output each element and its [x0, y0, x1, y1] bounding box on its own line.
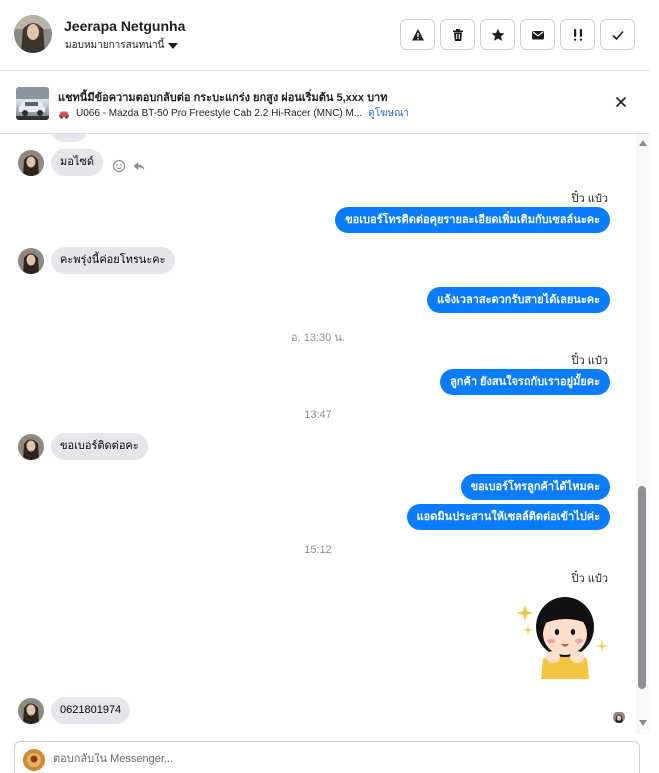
sender-name: ปิ๋ว แป๋ว — [571, 573, 608, 585]
delete-button[interactable] — [440, 19, 475, 50]
mark-spam-button[interactable] — [400, 19, 435, 50]
react-icon[interactable] — [112, 159, 126, 173]
contact-avatar-small[interactable] — [18, 248, 44, 274]
scroll-up-arrow-icon[interactable] — [639, 140, 647, 146]
view-ad-link[interactable]: ดูโฆษณา — [368, 106, 409, 121]
message-thread[interactable]: มอไซด์ ปิ๋ว แป๋ว ขอเบอร์โทรติดต่อคุยรายล… — [0, 134, 636, 734]
reply-composer — [14, 741, 640, 773]
star-icon — [491, 28, 504, 41]
outgoing-message[interactable]: แอดมินประสานให้เซลล์ติดต่อเข้าไปค่ะ — [406, 504, 610, 530]
close-ad-button[interactable] — [612, 93, 630, 111]
caret-down-icon — [168, 42, 179, 49]
mark-unread-button[interactable] — [520, 19, 555, 50]
check-icon — [611, 30, 624, 40]
ad-reference-bar: แชทนี้มีข้อความตอบกลับต่อ กระบะแกร่ง ยกส… — [0, 71, 650, 134]
ad-subtitle: U066 - Mazda BT-50 Pro Freestyle Cab 2.2… — [76, 108, 363, 119]
assign-label: มอบหมายการสนทนานี้ — [65, 40, 165, 51]
outgoing-message[interactable]: ขอเบอร์โทรลูกค้าได้ไหมคะ — [460, 474, 610, 500]
scrollbar-thumb[interactable] — [638, 486, 646, 689]
partial-message-bubble — [51, 134, 87, 142]
assign-conversation-dropdown[interactable]: มอบหมายการสนทนานี้ — [65, 38, 179, 53]
reply-icon[interactable] — [132, 159, 146, 173]
reply-input[interactable] — [53, 753, 613, 765]
car-icon — [59, 111, 69, 119]
outgoing-message[interactable]: แจ้งเวลาสะดวกรับสายได้เลยนะคะ — [427, 287, 610, 313]
timestamp-divider: 15:12 — [304, 544, 332, 556]
sender-name: ปิ๋ว แป๋ว — [571, 193, 608, 205]
ad-subtitle-row: U066 - Mazda BT-50 Pro Freestyle Cab 2.2… — [58, 106, 409, 121]
incoming-message[interactable]: 0621801974 — [51, 697, 131, 724]
sticker-message[interactable] — [515, 589, 611, 679]
close-icon — [615, 96, 627, 108]
contact-name: Jeerapa Netgunha — [64, 18, 186, 34]
sender-name: ปิ๋ว แป๋ว — [571, 355, 608, 367]
ad-thumbnail[interactable] — [16, 87, 49, 120]
timestamp-divider: 13:47 — [304, 409, 332, 421]
envelope-icon — [531, 30, 544, 39]
incoming-message[interactable]: มอไซด์ — [51, 149, 103, 176]
contact-avatar-small[interactable] — [18, 698, 44, 724]
warning-icon — [411, 28, 424, 40]
timestamp-divider: อ. 13:30 น. — [291, 332, 345, 344]
incoming-message[interactable]: ขอเบอร์ติดต่อคะ — [51, 433, 148, 460]
seen-receipt-avatar — [613, 711, 625, 723]
ad-title: แชทนี้มีข้อความตอบกลับต่อ กระบะแกร่ง ยกส… — [58, 92, 388, 104]
contact-avatar-small[interactable] — [18, 434, 44, 460]
header-actions — [400, 19, 635, 50]
outgoing-message[interactable]: ลูกค้า ยังสนใจรถกับเราอยู่มั้ยคะ — [440, 369, 610, 395]
priority-button[interactable] — [560, 19, 595, 50]
scroll-down-arrow-icon[interactable] — [639, 720, 647, 726]
thread-scrollbar[interactable] — [636, 134, 650, 734]
trash-icon — [452, 28, 463, 41]
incoming-message[interactable]: คะพรุ่งนี้ค่อยโทรนะคะ — [51, 247, 175, 274]
page-avatar — [23, 749, 45, 771]
contact-avatar[interactable] — [14, 15, 52, 53]
star-button[interactable] — [480, 19, 515, 50]
contact-avatar-small[interactable] — [18, 150, 44, 176]
priority-icon — [573, 28, 582, 41]
outgoing-message[interactable]: ขอเบอร์โทรติดต่อคุยรายละเอียดเพิ่มเติมกั… — [335, 207, 610, 233]
conversation-header: Jeerapa Netgunha มอบหมายการสนทนานี้ — [0, 0, 650, 71]
mark-done-button[interactable] — [600, 19, 635, 50]
